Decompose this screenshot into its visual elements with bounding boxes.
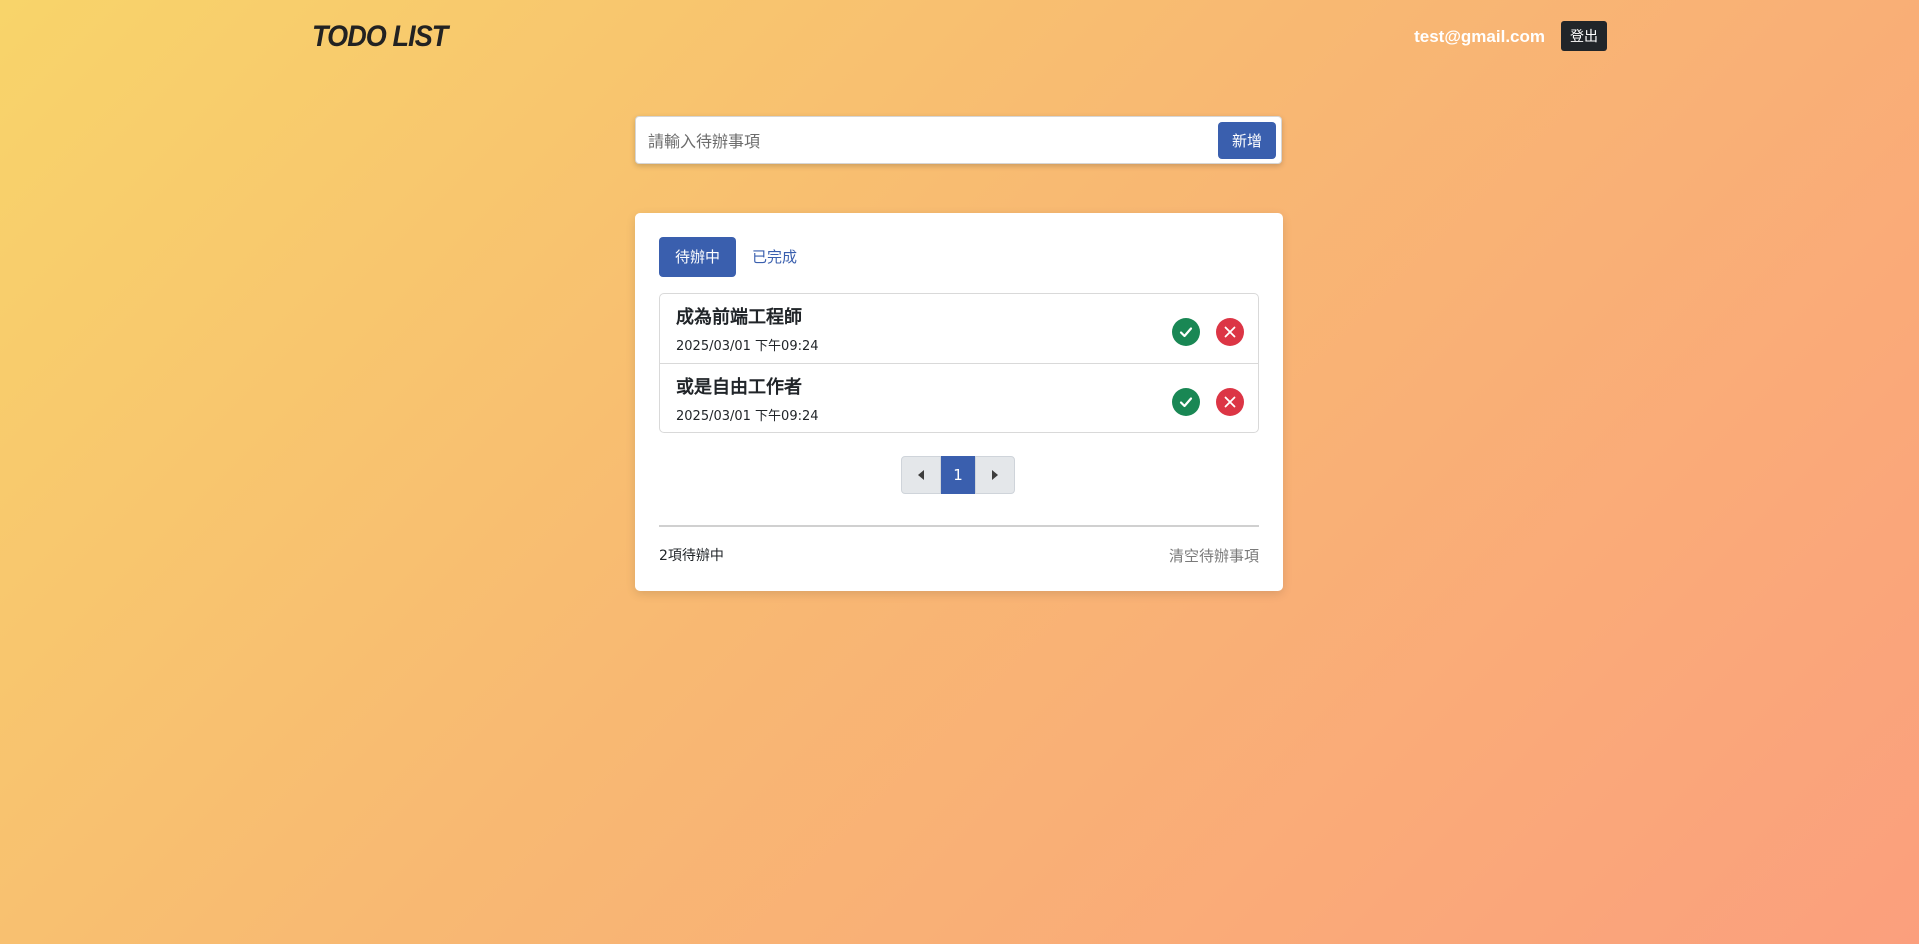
- logo: TODO LIST: [312, 20, 448, 53]
- caret-left-icon: [918, 470, 924, 480]
- complete-button[interactable]: [1172, 318, 1200, 346]
- add-todo-bar: 新增: [635, 116, 1282, 164]
- tab-completed[interactable]: 已完成: [736, 237, 813, 277]
- complete-button[interactable]: [1172, 388, 1200, 416]
- todo-input[interactable]: [646, 125, 1210, 157]
- check-icon: [1179, 327, 1193, 338]
- user-email: test@gmail.com: [1414, 27, 1545, 46]
- next-page-button[interactable]: [975, 456, 1015, 494]
- pagination: 1: [901, 456, 1015, 494]
- delete-button[interactable]: [1216, 318, 1244, 346]
- tab-bar: 待辦中 已完成: [659, 237, 813, 277]
- pending-count: 2項待辦中: [659, 548, 724, 564]
- todo-title: 或是自由工作者: [676, 377, 802, 398]
- caret-right-icon: [992, 470, 998, 480]
- todo-card: 待辦中 已完成 成為前端工程師 2025/03/01 下午09:24 或是自由工…: [635, 213, 1283, 591]
- x-icon: [1224, 396, 1236, 408]
- check-icon: [1179, 397, 1193, 408]
- todo-title: 成為前端工程師: [676, 307, 802, 328]
- prev-page-button[interactable]: [901, 456, 941, 494]
- todo-item: 成為前端工程師 2025/03/01 下午09:24: [660, 294, 1258, 363]
- todo-date: 2025/03/01 下午09:24: [676, 409, 819, 424]
- delete-button[interactable]: [1216, 388, 1244, 416]
- logout-button[interactable]: 登出: [1561, 21, 1607, 51]
- x-icon: [1224, 326, 1236, 338]
- tab-pending[interactable]: 待辦中: [659, 237, 737, 277]
- todo-date: 2025/03/01 下午09:24: [676, 339, 819, 354]
- page-number-button[interactable]: 1: [941, 456, 975, 494]
- todo-item: 或是自由工作者 2025/03/01 下午09:24: [660, 363, 1258, 432]
- add-button[interactable]: 新增: [1218, 122, 1276, 159]
- divider: [659, 525, 1259, 527]
- todo-list: 成為前端工程師 2025/03/01 下午09:24 或是自由工作者 2025/…: [659, 293, 1259, 433]
- clear-todos-button[interactable]: 清空待辦事項: [1169, 545, 1259, 566]
